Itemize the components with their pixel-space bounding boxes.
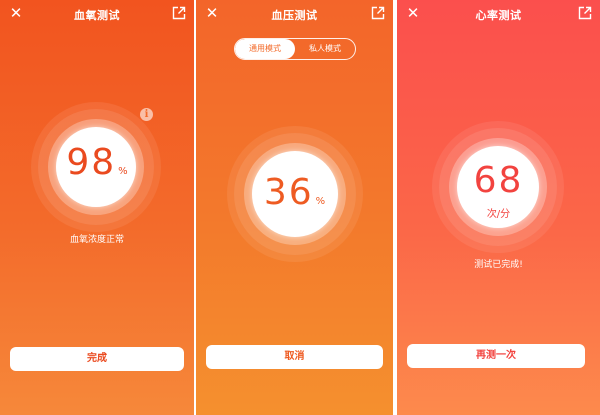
oxygen-unit: % [118,166,128,177]
hr-screen: ✕ 心率测试 68 次/分 测试已完成! 再测一次 [397,0,600,415]
oxygen-title: 血氧测试 [74,9,120,22]
oxygen-reading: 98% [0,142,194,183]
mode-general-tab[interactable]: 通用模式 [235,39,295,59]
mode-toggle: 通用模式 私人模式 [234,38,356,60]
bp-unit: % [315,196,326,207]
hr-value: 68 [473,160,524,201]
oxygen-status: 血氧浓度正常 [69,235,124,245]
share-icon[interactable] [371,6,385,20]
bp-screen: ✕ 血压测试 通用模式 私人模式 36% 取消 [196,0,393,415]
retest-button[interactable]: 再测一次 [407,344,585,368]
hr-status: 测试已完成! [474,260,523,270]
oxygen-screen: ✕ 血氧测试 i 98% 血氧浓度正常 完成 [0,0,194,415]
done-button[interactable]: 完成 [10,347,184,371]
hr-title: 心率测试 [475,9,522,22]
cancel-button[interactable]: 取消 [206,345,383,369]
info-icon[interactable]: i [140,108,153,121]
bp-title: 血压测试 [271,9,318,22]
share-icon[interactable] [172,6,186,20]
oxygen-value: 98 [66,142,117,183]
mode-private-tab[interactable]: 私人模式 [295,39,355,59]
oxygen-topbar: ✕ 血氧测试 [0,0,194,28]
share-icon[interactable] [578,6,592,20]
hr-topbar: ✕ 心率测试 [397,0,600,28]
bp-topbar: ✕ 血压测试 [196,0,393,28]
hr-reading: 68 [397,160,600,201]
bp-reading: 36% [196,172,393,213]
bp-value: 36 [263,172,314,213]
hr-unit: 次/分 [486,209,511,220]
